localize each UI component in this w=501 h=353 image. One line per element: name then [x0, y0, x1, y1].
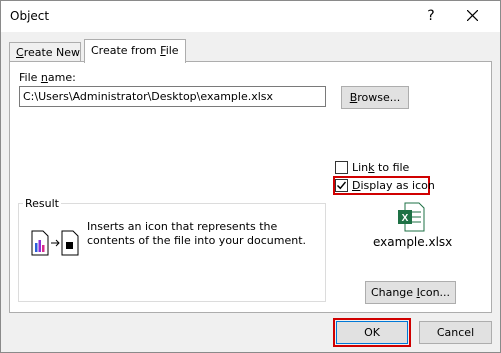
close-icon: [466, 9, 478, 22]
cancel-button[interactable]: Cancel: [419, 321, 492, 344]
checkmark-icon: [337, 181, 347, 190]
insert-object-result-icon: [31, 230, 79, 256]
tab-label-part: reate New: [23, 46, 81, 59]
close-button[interactable]: [457, 5, 487, 27]
result-group: Result Inserts an icon that represents t…: [18, 197, 326, 302]
tab-panel: File name: Browse... Link to file Displa…: [9, 61, 492, 313]
tab-label-part: ile: [165, 44, 179, 57]
excel-file-icon: X: [398, 202, 425, 232]
icon-caption: example.xlsx: [373, 235, 453, 249]
file-name-input[interactable]: [19, 86, 326, 107]
checkbox-box[interactable]: [335, 179, 348, 192]
ok-button[interactable]: OK: [336, 321, 408, 344]
dialog-title: Object: [10, 9, 50, 23]
result-legend: Result: [23, 197, 61, 210]
title-bar: Object ?: [1, 1, 500, 32]
tab-create-from-file[interactable]: Create from File: [84, 39, 186, 63]
link-to-file-label: Link to file: [352, 161, 410, 174]
change-icon-button[interactable]: Change Icon...: [365, 281, 456, 304]
display-as-icon-label: Display as icon: [352, 179, 435, 192]
tab-create-new[interactable]: Create New: [9, 42, 81, 62]
checkbox-box[interactable]: [335, 161, 348, 174]
tab-label-accel: C: [16, 46, 24, 59]
browse-button[interactable]: Browse...: [341, 86, 409, 109]
help-button[interactable]: ?: [419, 5, 443, 27]
tab-label-part: Create from: [91, 44, 161, 57]
result-description: Inserts an icon that represents the cont…: [87, 220, 307, 247]
file-name-label: File name:: [19, 71, 76, 84]
svg-text:X: X: [402, 213, 409, 224]
object-dialog: Object ? Create New Create from File Fil…: [0, 0, 501, 353]
